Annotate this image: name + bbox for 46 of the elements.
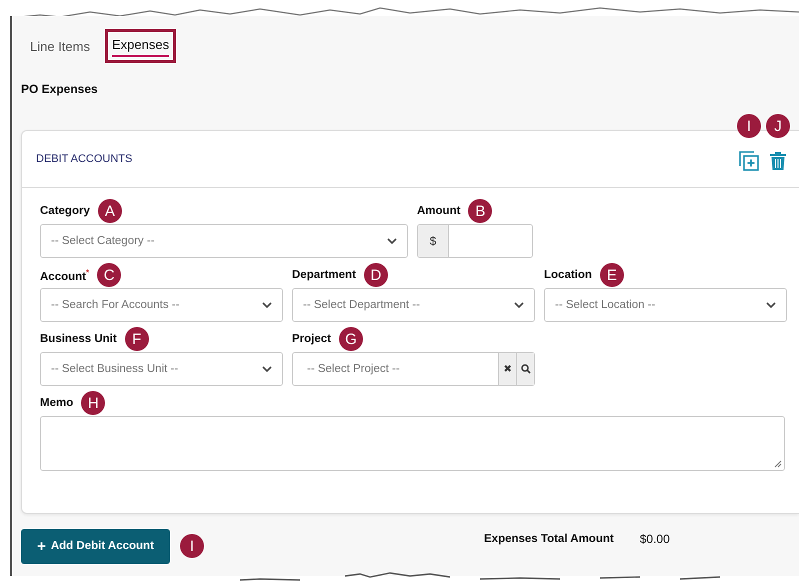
callout-marker: J — [766, 114, 790, 138]
tab[interactable]: Line Items — [28, 32, 92, 60]
total-label: Expenses Total Amount — [484, 533, 614, 545]
dropdown-field[interactable]: -- Select Business Unit -- — [40, 352, 283, 386]
callout-marker: G — [339, 327, 363, 351]
field-label: Department — [292, 269, 356, 281]
copy-add-icon[interactable] — [739, 151, 759, 171]
callout-marker: F — [124, 327, 149, 351]
resize-grip-icon — [774, 460, 782, 468]
dropdown-field[interactable]: -- Select Location -- — [544, 288, 787, 322]
callout-marker: I — [180, 534, 204, 558]
search-icon — [520, 364, 530, 374]
tab[interactable]: Expenses — [112, 35, 170, 57]
field-label: Amount — [417, 205, 460, 217]
chevron-down-icon — [387, 238, 397, 244]
chevron-down-icon — [262, 366, 272, 372]
field-label: Location — [544, 269, 592, 281]
field-label: Category — [40, 205, 90, 217]
callout-marker: H — [81, 391, 106, 415]
currency-prefix: $ — [418, 225, 449, 257]
callout-marker: A — [98, 199, 122, 223]
chevron-down-icon — [262, 302, 272, 308]
chevron-down-icon — [766, 302, 776, 308]
callout-marker: D — [364, 263, 388, 287]
memo-field[interactable] — [40, 416, 785, 471]
section-title: PO Expenses — [21, 82, 99, 96]
lookup-field[interactable]: -- Select Project -- ✖ — [292, 352, 535, 386]
dropdown-field[interactable]: -- Select Category -- — [40, 224, 408, 258]
field-label: Memo — [40, 397, 74, 409]
clear-button[interactable]: ✖ — [498, 353, 516, 385]
callout-marker: B — [468, 199, 492, 223]
card-title: DEBIT ACCOUNTS — [36, 153, 132, 165]
dropdown-field[interactable]: -- Search For Accounts -- — [40, 288, 283, 322]
amount-field[interactable]: $ — [417, 224, 533, 258]
chevron-down-icon — [514, 302, 524, 308]
total-value: $0.00 — [640, 532, 670, 546]
callout-marker: I — [737, 114, 761, 138]
field-label: Project — [292, 333, 331, 345]
add-debit-account-button[interactable]: + Add Debit Account — [21, 528, 170, 564]
search-button[interactable] — [516, 353, 534, 385]
field-label: Account$^{*}$ — [40, 268, 90, 282]
callout-marker: E — [600, 263, 624, 287]
callout-marker: C — [97, 263, 122, 287]
field-label: Business Unit — [40, 333, 117, 345]
trash-icon[interactable] — [769, 151, 787, 171]
dropdown-field[interactable]: -- Select Department -- — [292, 288, 535, 322]
